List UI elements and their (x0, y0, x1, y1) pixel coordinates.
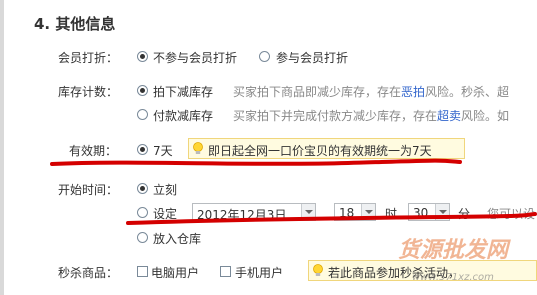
inventory-on-payment-radio[interactable] (137, 109, 148, 120)
inventory-on-order-label[interactable]: 拍下减库存 (153, 83, 213, 100)
inventory-on-payment-hint: 买家拍下并完成付款方减少库存，存在超卖风险。如 (233, 107, 509, 124)
watermark-logo-text: 货源批发网 (398, 237, 509, 263)
malicious-order-link[interactable]: 恶拍 (401, 85, 425, 99)
hint-text: 买家拍下商品即减少库存，存在 (233, 85, 402, 99)
flash-sale-pc-checkbox[interactable] (137, 266, 148, 277)
hint-text: 风险。秒杀、超 (425, 85, 510, 99)
flash-sale-mobile-checkbox[interactable] (220, 266, 231, 277)
member-discount-no-label[interactable]: 不参与会员打折 (153, 49, 237, 66)
member-discount-no-radio[interactable] (137, 51, 148, 62)
section-title: 4. 其他信息 (34, 15, 116, 33)
start-now-radio[interactable] (137, 183, 148, 194)
red-underline-annotation (126, 212, 537, 225)
start-now-label[interactable]: 立刻 (153, 181, 177, 198)
start-time-label: 开始时间： (58, 183, 119, 197)
warehouse-label[interactable]: 放入仓库 (153, 230, 201, 247)
member-discount-label: 会员打折： (58, 51, 119, 65)
flash-sale-label: 秒杀商品： (58, 266, 119, 280)
red-underline-annotation (50, 158, 462, 166)
hint-text: 买家拍下并完成付款方减少库存，存在 (233, 109, 438, 123)
member-discount-yes-radio[interactable] (259, 51, 270, 62)
warehouse-radio[interactable] (137, 232, 148, 243)
inventory-label: 库存计数： (58, 85, 119, 99)
oversell-link[interactable]: 超卖 (437, 109, 461, 123)
flash-sale-pc-label[interactable]: 电脑用户 (151, 264, 199, 281)
left-border (0, 0, 4, 295)
member-discount-yes-label[interactable]: 参与会员打折 (276, 49, 348, 66)
lightbulb-icon (313, 264, 323, 276)
inventory-on-order-hint: 买家拍下商品即减少库存，存在恶拍风险。秒杀、超 (233, 83, 509, 100)
hint-text: 风险。如 (461, 109, 510, 123)
flash-sale-mobile-label[interactable]: 手机用户 (235, 264, 283, 281)
watermark-url: www.571xz.com (412, 272, 494, 283)
inventory-on-order-radio[interactable] (137, 85, 148, 96)
inventory-on-payment-label[interactable]: 付款减库存 (153, 107, 213, 124)
